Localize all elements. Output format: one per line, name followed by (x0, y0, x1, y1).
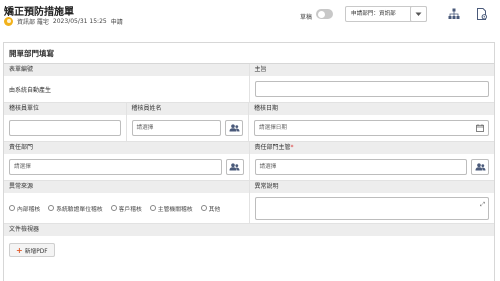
resp-manager-cell: 請選擇 (250, 154, 495, 180)
resp-dept-input[interactable]: 請選擇 (9, 159, 222, 175)
description-cell: ⤢ (250, 193, 495, 223)
source-radio-group: 內部稽核 系統驗證單位稽核 客戶稽核 主管機關稽核 其他 (9, 204, 220, 213)
avatar (4, 17, 13, 26)
chevron-down-icon (415, 12, 422, 16)
request-meta: 資訊部 羅宅 2023/05/31 15:25 申請 (4, 17, 123, 26)
form-row: 表單編號 由系統自動產生 主旨 (4, 64, 494, 103)
source-radio[interactable]: 內部稽核 (9, 204, 40, 213)
files-column: 文件檢視器 + 新增PDF (4, 224, 494, 264)
checker-unit-column: 稽核員單位 (4, 103, 127, 141)
radio-label: 系統驗證單位稽核 (56, 206, 103, 213)
page-title: 矯正預防措施單 (4, 7, 74, 18)
resp-manager-column: 責任部門主管* 請選擇 (249, 142, 495, 180)
radio-circle[interactable] (149, 205, 156, 211)
form-no-cell: 由系統自動產生 (4, 76, 249, 102)
date-text: 2023/05/31 15:25 (52, 18, 107, 25)
form-no-label: 表單編號 (4, 64, 249, 76)
audit-date-cell: 請選擇日期 (249, 115, 494, 141)
expand-icon[interactable]: ⤢ (480, 201, 485, 209)
description-column: 異常說明 ⤢ (249, 181, 495, 223)
radio-circle[interactable] (48, 205, 55, 211)
audit-date-label: 稽核日期 (249, 103, 494, 115)
users-icon (475, 163, 485, 171)
radio-label: 內部稽核 (17, 206, 41, 213)
resp-dept-column: 責任部門 請選擇 (4, 142, 250, 180)
source-cell: 內部稽核 系統驗證單位稽核 客戶稽核 主管機關稽核 其他 (4, 193, 249, 223)
form-row: 文件檢視器 + 新增PDF (4, 224, 494, 264)
draft-toggle[interactable] (316, 9, 333, 19)
subject-input[interactable] (254, 81, 489, 97)
audit-date-column: 稽核日期 請選擇日期 (249, 103, 494, 141)
audit-date-placeholder: 請選擇日期 (259, 125, 287, 131)
calendar-icon[interactable] (476, 124, 484, 132)
checker-unit-input[interactable] (9, 120, 121, 136)
author-text: 資訊部 羅宅 (17, 19, 49, 26)
subject-cell (250, 76, 495, 102)
files-cell: + 新增PDF (4, 236, 494, 264)
org-chart-icon[interactable] (448, 8, 460, 20)
select-dept-button[interactable] (225, 159, 244, 175)
source-column: 異常來源 內部稽核 系統驗證單位稽核 客戶稽核 主管機關稽核 其他 (4, 181, 250, 223)
radio-circle[interactable] (110, 205, 117, 211)
add-pdf-label: 新增PDF (24, 248, 48, 255)
resp-manager-input[interactable]: 請選擇 (254, 159, 467, 175)
form-section: 開單部門填寫 表單編號 由系統自動產生 主旨 稽核員單位 稽核員姓名 請選擇 稽… (3, 42, 495, 281)
users-icon (229, 124, 239, 132)
resp-dept-label: 責任部門 (4, 142, 249, 154)
status-text: 申請 (110, 19, 123, 26)
checker-name-input[interactable]: 請選擇 (131, 120, 221, 136)
checker-unit-cell (4, 115, 126, 141)
resp-manager-label: 責任部門主管* (249, 142, 494, 154)
resp-manager-label-text: 責任部門主管 (254, 144, 291, 151)
draft-label: 草稿 (300, 14, 313, 21)
subject-label: 主旨 (249, 64, 494, 76)
files-label: 文件檢視器 (4, 224, 494, 236)
source-radio[interactable]: 客戶稽核 (110, 204, 142, 213)
form-section-title: 開單部門填寫 (4, 43, 494, 64)
department-dropdown-button[interactable] (410, 6, 427, 22)
checker-name-column: 稽核員姓名 請選擇 (126, 103, 249, 141)
select-user-button[interactable] (225, 120, 243, 136)
required-mark: * (290, 144, 294, 151)
resp-dept-cell: 請選擇 (4, 154, 249, 180)
audit-date-input[interactable]: 請選擇日期 (254, 120, 489, 136)
users-icon (229, 163, 240, 171)
form-row: 異常來源 內部稽核 系統驗證單位稽核 客戶稽核 主管機關稽核 其他 異常說明 ⤢ (4, 181, 494, 224)
source-label: 異常來源 (4, 181, 249, 193)
add-pdf-button[interactable]: + 新增PDF (9, 243, 55, 257)
radio-circle[interactable] (9, 205, 15, 211)
description-label: 異常說明 (249, 181, 494, 193)
source-radio[interactable]: 系統驗證單位稽核 (48, 204, 103, 213)
radio-circle[interactable] (200, 205, 207, 211)
radio-label: 主管機關稽核 (157, 206, 193, 213)
description-textarea[interactable]: ⤢ (254, 196, 489, 220)
checker-unit-label: 稽核員單位 (4, 103, 126, 115)
source-radio[interactable]: 主管機關稽核 (149, 204, 193, 213)
select-manager-button[interactable] (471, 159, 489, 175)
document-settings-icon[interactable] (476, 8, 488, 20)
checker-name-cell: 請選擇 (127, 115, 249, 141)
radio-label: 其他 (208, 206, 221, 213)
form-row: 稽核員單位 稽核員姓名 請選擇 稽核日期 請選擇日期 (4, 103, 494, 142)
radio-label: 客戶稽核 (118, 206, 142, 213)
form-no-column: 表單編號 由系統自動產生 (4, 64, 250, 102)
form-no-value: 由系統自動產生 (9, 86, 52, 94)
form-row: 責任部門 請選擇 責任部門主管* 請選擇 (4, 142, 494, 181)
checker-name-label: 稽核員姓名 (126, 103, 248, 115)
subject-column: 主旨 (249, 64, 495, 102)
source-radio[interactable]: 其他 (200, 204, 221, 213)
plus-icon: + (16, 245, 23, 255)
